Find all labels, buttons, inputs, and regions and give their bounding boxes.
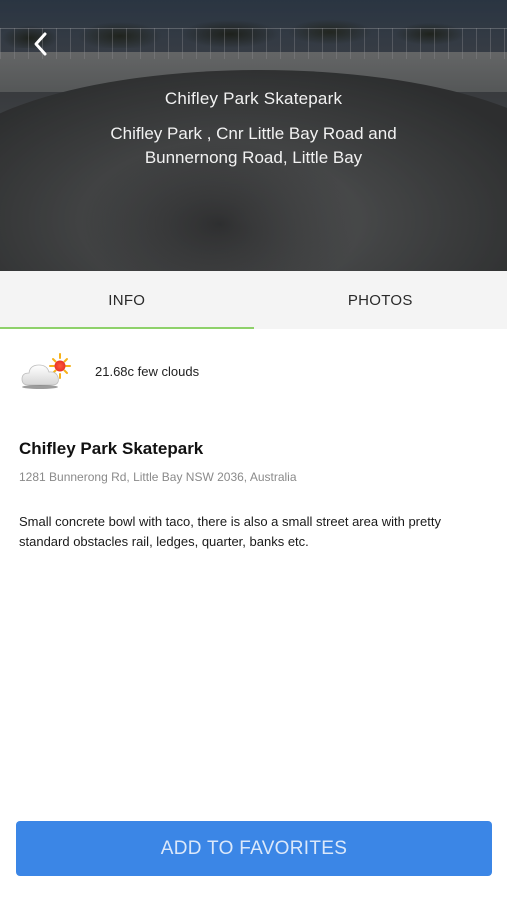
park-name: Chifley Park Skatepark (19, 439, 204, 458)
park-description: Small concrete bowl with taco, there is … (19, 514, 441, 549)
weather-row: 21.68c few clouds (18, 350, 418, 392)
hero-title: Chifley Park Skatepark (164, 89, 343, 108)
active-tab-indicator (0, 327, 254, 329)
tab-bar: INFO PHOTOS (0, 271, 507, 329)
add-to-favorites-button[interactable]: ADD TO FAVORITES (16, 821, 492, 876)
tab-info-label: INFO (108, 291, 146, 309)
cloud-sun-icon (18, 350, 74, 392)
tab-photos-label: PHOTOS (347, 291, 413, 309)
chevron-left-icon (34, 32, 47, 56)
back-button[interactable] (24, 28, 56, 60)
add-to-favorites-label: ADD TO FAVORITES (160, 837, 348, 859)
tab-photos[interactable]: PHOTOS (254, 271, 507, 329)
tab-info[interactable]: INFO (0, 271, 254, 329)
hero-image: Chifley Park Skatepark Chifley Park , Cn… (0, 0, 507, 271)
hero-address: Chifley Park , Cnr Little Bay Road and B… (110, 124, 397, 167)
weather-text: 21.68c few clouds (95, 363, 200, 379)
park-address: 1281 Bunnerong Rd, Little Bay NSW 2036, … (19, 470, 297, 484)
